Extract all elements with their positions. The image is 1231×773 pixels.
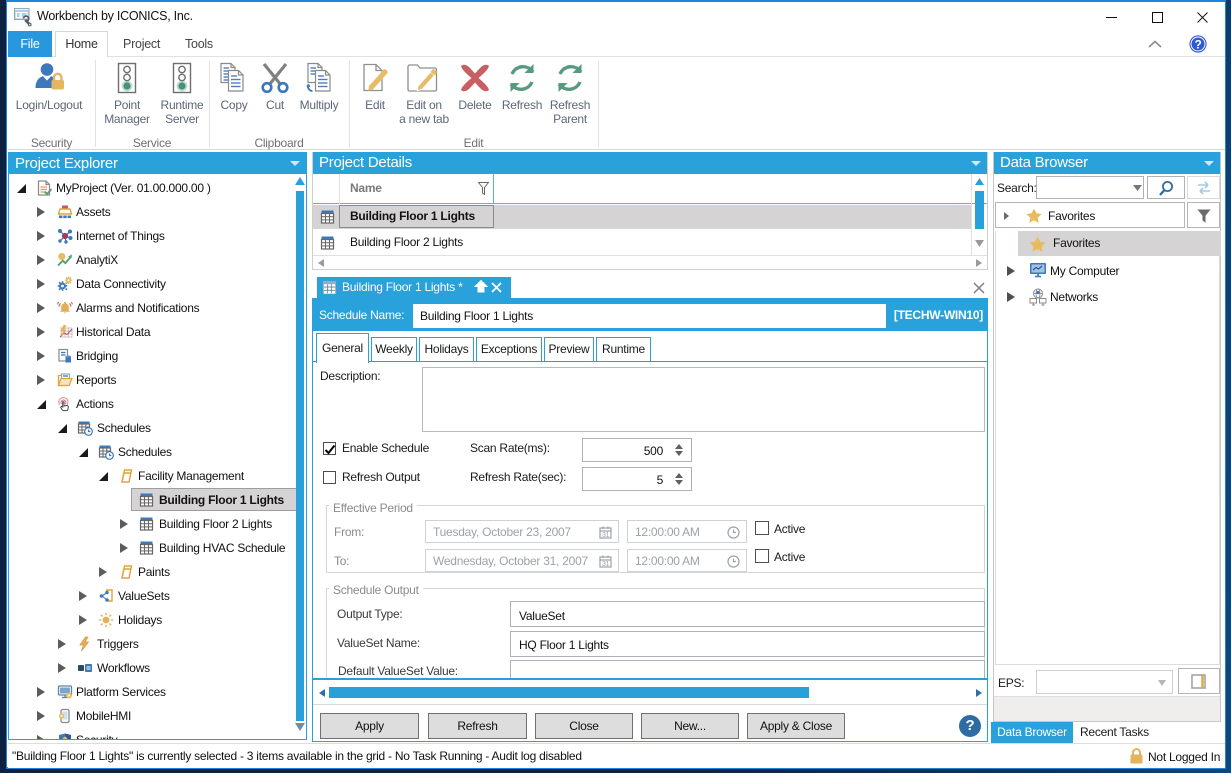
svg-text:31: 31 [602,561,610,568]
svg-text:?: ? [1194,37,1201,51]
svg-text:31: 31 [602,532,610,539]
